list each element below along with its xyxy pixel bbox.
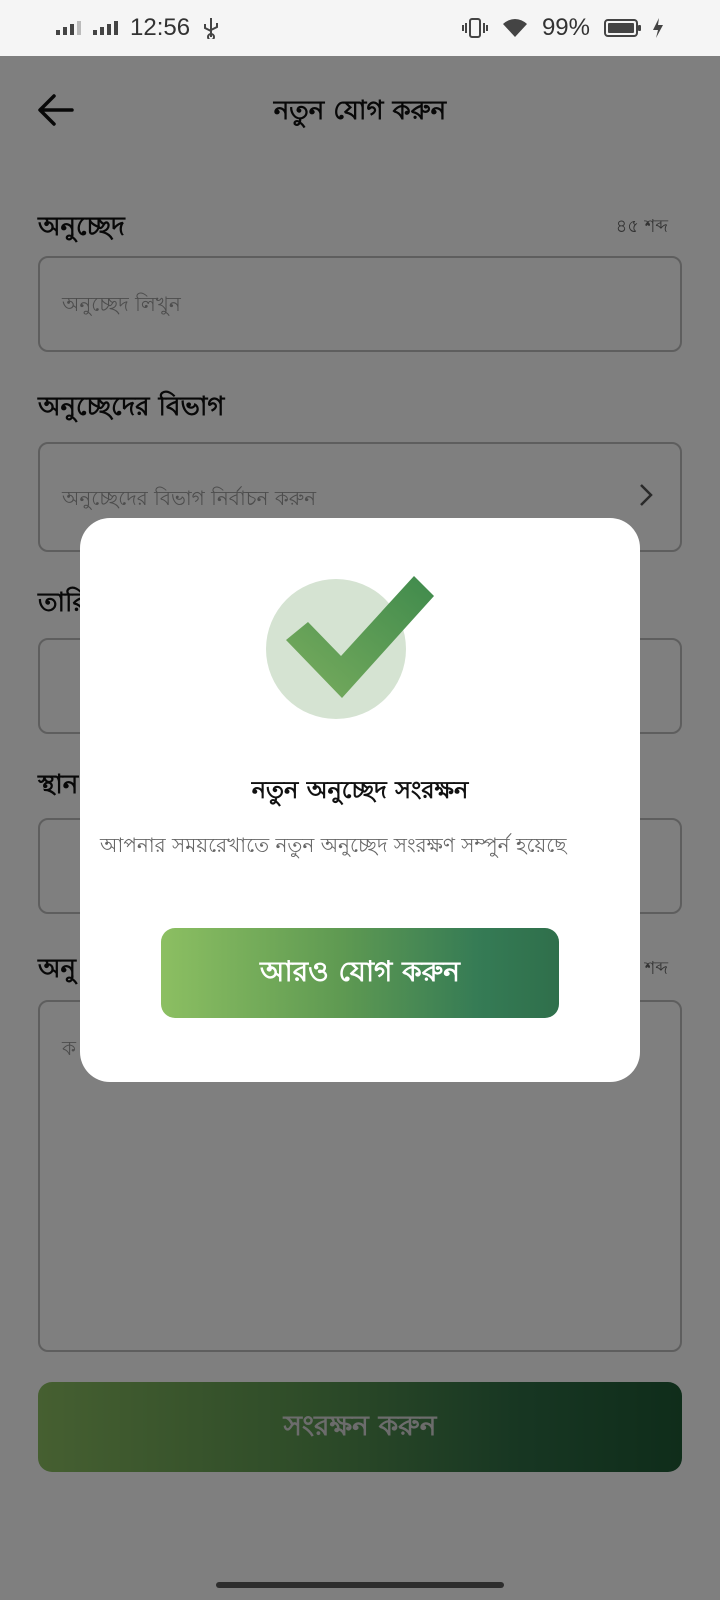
check-icon xyxy=(266,576,434,719)
dialog-message: আপনার সময়রেখাতে নতুন অনুচ্ছেদ সংরক্ষণ স… xyxy=(100,833,567,857)
usb-icon xyxy=(204,18,219,39)
battery-icon xyxy=(604,19,641,37)
signal-icon-2 xyxy=(93,21,118,35)
status-left: 12:56 xyxy=(56,14,220,42)
add-more-button[interactable]: আরও যোগ করুন xyxy=(161,928,559,1018)
status-right: 99% xyxy=(461,14,664,42)
charging-icon xyxy=(653,18,663,38)
success-dialog: নতুন অনুচ্ছেদ সংরক্ষন আপনার সময়রেখাতে ন… xyxy=(80,518,640,1082)
wifi-icon xyxy=(502,19,527,37)
dialog-title: নতুন অনুচ্ছেদ সংরক্ষন xyxy=(251,776,469,804)
battery-percent: 99% xyxy=(541,14,590,41)
status-time: 12:56 xyxy=(130,14,191,41)
signal-icon xyxy=(56,21,81,35)
vibrate-icon xyxy=(461,18,488,38)
status-bar: 12:56 99% xyxy=(0,0,720,56)
